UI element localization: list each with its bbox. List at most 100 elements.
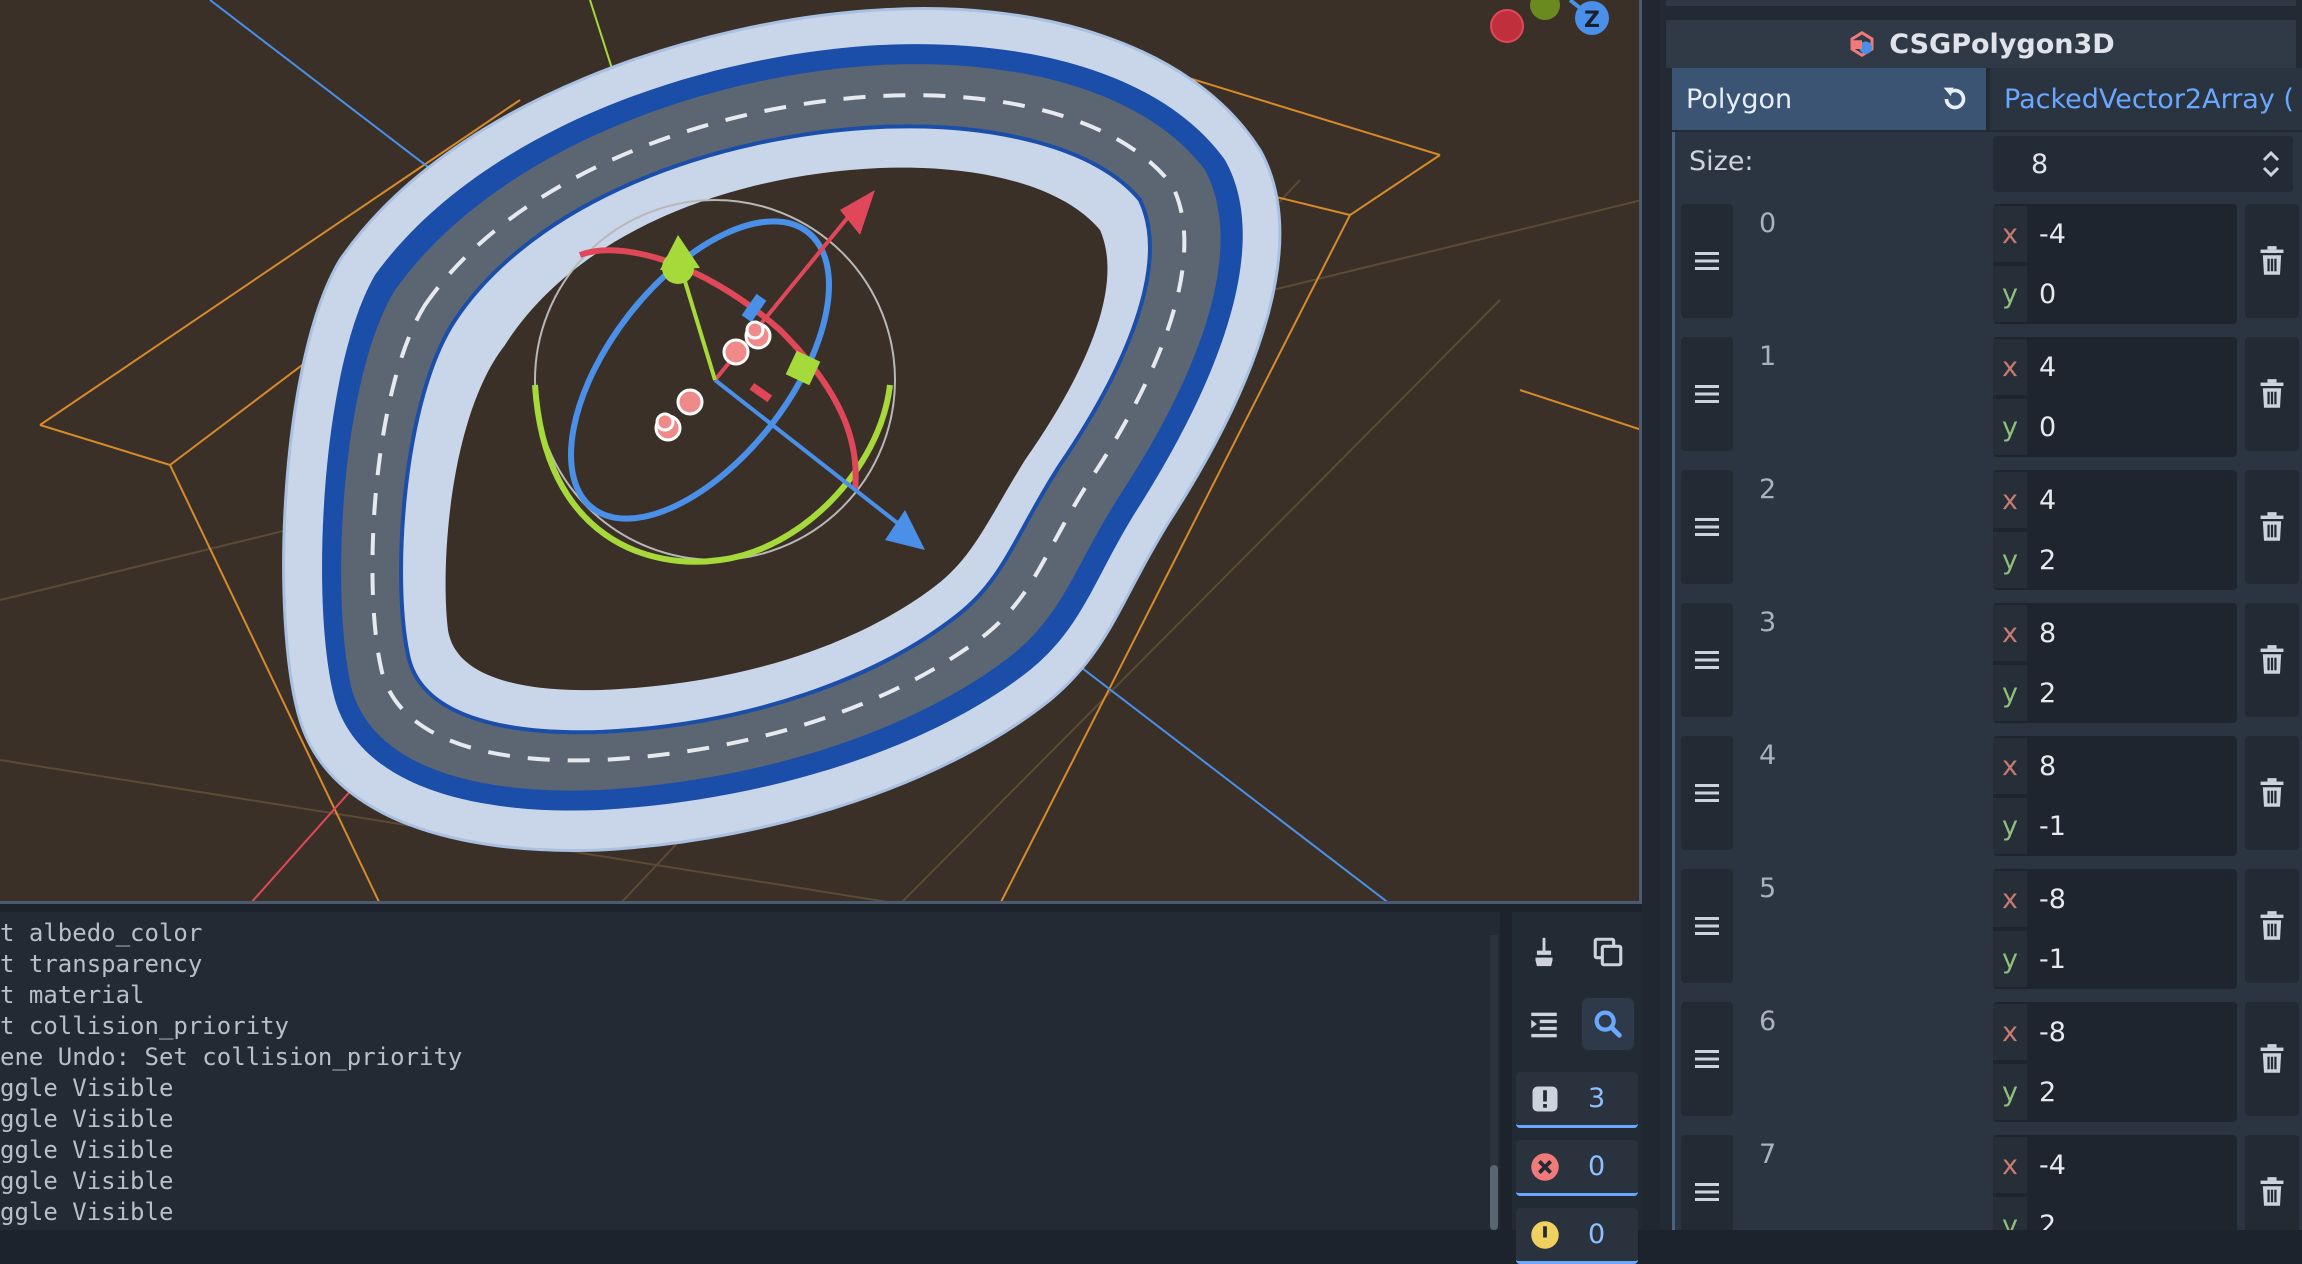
drag-handle-icon[interactable] xyxy=(1681,1002,1733,1116)
y-label: y xyxy=(1993,399,2027,455)
x-component[interactable]: x8 xyxy=(1993,603,2237,663)
log-scrollbar-thumb[interactable] xyxy=(1490,1165,1498,1230)
x-value[interactable]: -8 xyxy=(2039,884,2066,915)
array-element-0: 0 x -4 y 0 xyxy=(1675,198,2302,324)
vector2-editor: x4y2 xyxy=(1993,470,2237,590)
array-element-3: 3x8y2 xyxy=(1675,597,2302,723)
x-component[interactable]: x8 xyxy=(1993,736,2237,796)
x-component[interactable]: x4 xyxy=(1993,470,2237,530)
y-label: y xyxy=(1993,1197,2027,1230)
y-value[interactable]: 0 xyxy=(2039,412,2056,443)
delete-element-button[interactable] xyxy=(2245,337,2299,451)
array-element-7: 7 x -4 y 2 xyxy=(1675,1129,2302,1230)
y-axis-ball[interactable] xyxy=(1530,0,1560,20)
y-component[interactable]: y -1 xyxy=(1993,929,2237,989)
x-label: x xyxy=(1993,871,2027,927)
size-value: 8 xyxy=(2031,148,2049,180)
x-value[interactable]: -4 xyxy=(2039,1150,2066,1181)
drag-handle-icon[interactable] xyxy=(1681,1135,1733,1230)
drag-handle-icon[interactable] xyxy=(1681,869,1733,983)
delete-element-button[interactable] xyxy=(2245,736,2299,850)
x-value[interactable]: -4 xyxy=(2039,219,2066,250)
x-label: x xyxy=(1993,472,2027,528)
drag-handle-icon[interactable] xyxy=(1681,736,1733,850)
view-axis-gizmo[interactable]: Z xyxy=(1490,0,1609,43)
x-axis-ball[interactable] xyxy=(1490,9,1524,43)
array-element-1: 1x4y0 xyxy=(1675,331,2302,457)
vector2-editor: x -4 y 0 xyxy=(1993,204,2237,324)
polygon-array-toggle[interactable]: PackedVector2Array ( xyxy=(1990,68,2302,130)
drag-handle-icon[interactable] xyxy=(1681,470,1733,584)
y-component[interactable]: y2 xyxy=(1993,1062,2237,1122)
x-value[interactable]: 4 xyxy=(2039,485,2056,516)
log-line: t albedo_color xyxy=(0,919,203,947)
size-label: Size: xyxy=(1689,146,1754,177)
y-component[interactable]: y -1 xyxy=(1993,796,2237,856)
delete-element-button[interactable] xyxy=(2245,1135,2299,1230)
x-value[interactable]: -8 xyxy=(2039,1017,2066,1048)
y-value[interactable]: 2 xyxy=(2039,1210,2056,1231)
delete-element-button[interactable] xyxy=(2245,603,2299,717)
messages-filter-toggle[interactable]: 3 xyxy=(1516,1072,1638,1128)
search-icon xyxy=(1594,1010,1622,1038)
x-component[interactable]: x -8 xyxy=(1993,869,2237,929)
y-label: y xyxy=(1993,931,2027,987)
x-component[interactable]: x4 xyxy=(1993,337,2237,397)
broom-icon xyxy=(1535,937,1553,967)
y-value[interactable]: 2 xyxy=(2039,1077,2056,1108)
size-spinbox[interactable]: 8 xyxy=(1993,136,2293,192)
log-scrollbar[interactable] xyxy=(1490,935,1498,1230)
y-value[interactable]: -1 xyxy=(2039,811,2066,842)
x-component[interactable]: x -4 xyxy=(1993,1135,2237,1195)
y-component[interactable]: y0 xyxy=(1993,264,2237,324)
x-label: x xyxy=(1993,206,2027,262)
updown-icon[interactable] xyxy=(2259,146,2283,182)
warnings-count: 0 xyxy=(1588,1219,1606,1250)
y-value[interactable]: 0 xyxy=(2039,279,2056,310)
drag-handle-icon[interactable] xyxy=(1681,603,1733,717)
y-label: y xyxy=(1993,798,2027,854)
y-label: y xyxy=(1993,1064,2027,1120)
delete-element-button[interactable] xyxy=(2245,1002,2299,1116)
search-output-button[interactable] xyxy=(1582,998,1634,1050)
drag-handle-icon[interactable] xyxy=(1681,204,1733,318)
collapse-output-button[interactable] xyxy=(1518,998,1570,1050)
y-component[interactable]: y2 xyxy=(1993,530,2237,590)
errors-filter-toggle[interactable]: 0 xyxy=(1516,1140,1638,1196)
element-index: 7 xyxy=(1759,1139,1777,1170)
vector2-editor: x4y0 xyxy=(1993,337,2237,457)
warnings-filter-toggle[interactable]: 0 xyxy=(1516,1208,1638,1264)
x-value[interactable]: 8 xyxy=(2039,618,2056,649)
y-value[interactable]: 2 xyxy=(2039,545,2056,576)
messages-count: 3 xyxy=(1588,1083,1606,1114)
scene-render[interactable]: Z xyxy=(0,0,1642,904)
array-editor: Size: 8 0 x -4 y 0 1 x 4 y 0 2 x 4 y 2 3 x 8 y 2 4 x 8 y -1 5 x -8 y… xyxy=(1672,132,2302,1230)
delete-element-button[interactable] xyxy=(2245,470,2299,584)
error-icon xyxy=(1530,1152,1560,1182)
log-line: ene Undo: Set collision_priority xyxy=(0,1043,463,1071)
panel-divider[interactable] xyxy=(1642,0,1660,1230)
y-value[interactable]: -1 xyxy=(2039,944,2066,975)
delete-element-button[interactable] xyxy=(2245,869,2299,983)
y-value[interactable]: 2 xyxy=(2039,678,2056,709)
3d-viewport[interactable]: Z xyxy=(0,0,1642,904)
x-label: x xyxy=(1993,1004,2027,1060)
x-value[interactable]: 8 xyxy=(2039,751,2056,782)
log-line: ggle Visible xyxy=(0,1074,174,1102)
x-component[interactable]: x -8 xyxy=(1993,1002,2237,1062)
drag-handle-icon[interactable] xyxy=(1681,337,1733,451)
x-component[interactable]: x -4 xyxy=(1993,204,2237,264)
trash-icon xyxy=(2260,645,2284,674)
y-component[interactable]: y2 xyxy=(1993,1195,2237,1230)
trash-icon xyxy=(2260,246,2284,275)
clear-output-button[interactable] xyxy=(1518,926,1570,978)
delete-element-button[interactable] xyxy=(2245,204,2299,318)
y-component[interactable]: y0 xyxy=(1993,397,2237,457)
x-value[interactable]: 4 xyxy=(2039,352,2056,383)
revert-icon[interactable] xyxy=(1938,82,1972,116)
output-log[interactable]: t albedo_color t transparency t material t … xyxy=(0,912,1500,1230)
y-component[interactable]: y2 xyxy=(1993,663,2237,723)
log-line: ggle Visible xyxy=(0,1198,174,1226)
log-line: t transparency xyxy=(0,950,203,978)
copy-output-button[interactable] xyxy=(1582,926,1634,978)
